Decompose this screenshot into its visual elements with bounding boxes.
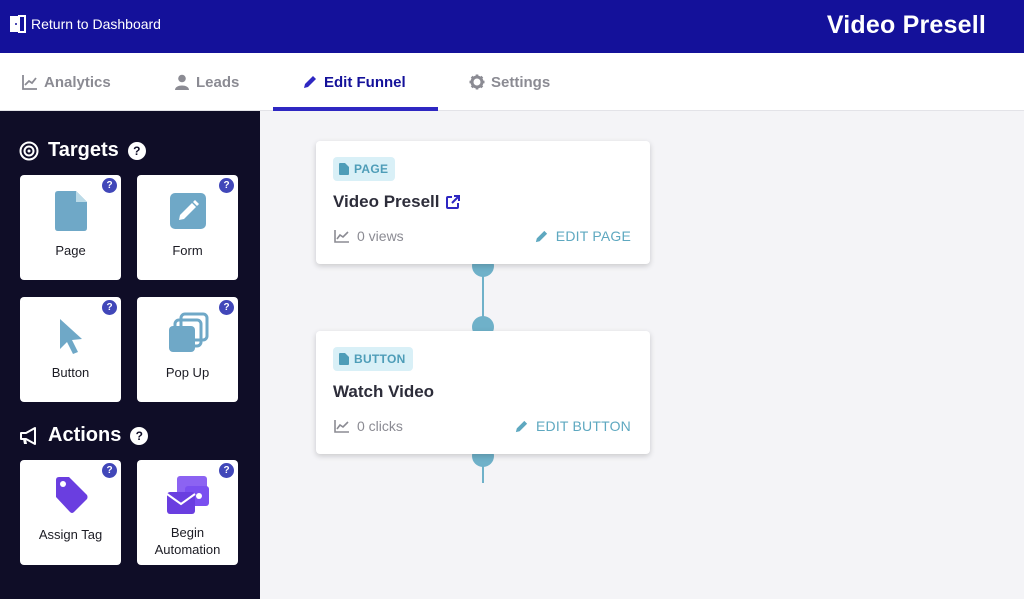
- step-type-label: PAGE: [354, 162, 389, 176]
- edit-button-label: EDIT BUTTON: [535, 418, 631, 434]
- tile-label: Assign Tag: [38, 527, 103, 542]
- target-tile-popup[interactable]: ? Pop Up: [137, 297, 238, 402]
- step-stat-text: 0 views: [357, 228, 404, 244]
- step-type-badge: PAGE: [333, 157, 396, 181]
- pencil-icon: [535, 230, 547, 242]
- automation-icon: [165, 476, 209, 514]
- top-header: Return to Dashboard Video Presell: [0, 0, 1024, 53]
- tile-label: Button: [51, 365, 90, 380]
- tag-icon: [55, 477, 87, 513]
- actions-heading-label: Actions: [48, 424, 122, 446]
- step-type-label: BUTTON: [354, 352, 406, 366]
- step-title: Watch Video: [333, 382, 434, 402]
- actions-help-icon[interactable]: ?: [130, 426, 149, 445]
- edit-button-link[interactable]: EDIT BUTTON: [514, 418, 631, 434]
- cursor-icon: [59, 319, 82, 354]
- tab-analytics-label: Analytics: [44, 73, 111, 91]
- target-tile-button[interactable]: ? Button: [20, 297, 121, 402]
- targets-help-icon[interactable]: ?: [127, 141, 146, 160]
- step-stat-text: 0 clicks: [357, 418, 403, 434]
- targets-heading-label: Targets: [48, 139, 119, 161]
- form-edit-icon: [169, 193, 206, 229]
- chart-line-icon: [334, 230, 349, 243]
- door-exit-icon: [10, 15, 26, 33]
- tab-analytics[interactable]: Analytics: [22, 53, 111, 111]
- step-title-text: Watch Video: [333, 382, 435, 401]
- tile-help-icon[interactable]: ?: [102, 300, 117, 315]
- tile-help-icon[interactable]: ?: [102, 178, 117, 193]
- tile-label: Pop Up: [165, 365, 210, 380]
- tile-help-icon[interactable]: ?: [219, 178, 234, 193]
- edit-page-link[interactable]: EDIT PAGE: [534, 228, 631, 244]
- tile-help-icon[interactable]: ?: [102, 463, 117, 478]
- step-title-text: Video Presell: [333, 192, 440, 211]
- funnel-canvas: PAGE Video Presell 0 views EDIT PAGE BUT…: [260, 111, 1024, 599]
- tab-bar: Analytics Leads Edit Funnel Settings: [0, 53, 1024, 111]
- step-type-badge: BUTTON: [333, 347, 413, 371]
- page-icon: [54, 191, 87, 231]
- return-to-dashboard-link[interactable]: Return to Dashboard: [9, 15, 161, 33]
- chart-line-icon: [22, 75, 37, 90]
- step-stat: 0 views: [334, 228, 404, 244]
- tab-edit-funnel[interactable]: Edit Funnel: [302, 53, 406, 111]
- popup-icon: [168, 312, 208, 352]
- pencil-icon: [304, 76, 316, 88]
- target-tile-form[interactable]: ? Form: [137, 175, 238, 280]
- tab-settings-label: Settings: [491, 73, 551, 91]
- tab-settings[interactable]: Settings: [469, 53, 550, 111]
- megaphone-icon: [20, 426, 36, 445]
- step-title: Video Presell: [333, 192, 461, 212]
- user-icon: [175, 74, 189, 90]
- tab-leads[interactable]: Leads: [174, 53, 239, 111]
- page-icon: [339, 353, 349, 365]
- chart-line-icon: [334, 420, 349, 433]
- tab-leads-label: Leads: [196, 73, 240, 91]
- step-stat: 0 clicks: [334, 418, 403, 434]
- actions-heading: Actions ?: [19, 424, 149, 447]
- tile-label: Form: [172, 243, 203, 258]
- tile-help-icon[interactable]: ?: [219, 300, 234, 315]
- gear-icon: [469, 74, 485, 90]
- tile-label-line-1: Begin: [170, 525, 205, 540]
- sidebar: Targets ? ? Page ? Form ? Button ? Pop U…: [0, 111, 260, 599]
- funnel-step-card[interactable]: BUTTON Watch Video 0 clicks EDIT BUTTON: [316, 331, 650, 454]
- target-tile-page[interactable]: ? Page: [20, 175, 121, 280]
- tile-help-icon[interactable]: ?: [219, 463, 234, 478]
- target-icon: [19, 141, 39, 160]
- funnel-title: Video Presell: [826, 11, 986, 39]
- targets-heading: Targets ?: [19, 139, 146, 162]
- tile-label: Page: [55, 243, 86, 258]
- edit-page-label: EDIT PAGE: [555, 228, 631, 244]
- pencil-icon: [515, 420, 528, 432]
- action-tile-assign-tag[interactable]: ? Assign Tag: [20, 460, 121, 565]
- funnel-step-card[interactable]: PAGE Video Presell 0 views EDIT PAGE: [316, 141, 650, 264]
- return-to-dashboard-label: Return to Dashboard: [31, 16, 161, 32]
- tab-edit-funnel-label: Edit Funnel: [324, 73, 406, 91]
- external-link-icon[interactable]: [445, 194, 461, 210]
- tile-label-line-2: Automation: [154, 542, 221, 557]
- page-icon: [339, 163, 349, 175]
- action-tile-begin-automation[interactable]: ? Begin Automation: [137, 460, 238, 565]
